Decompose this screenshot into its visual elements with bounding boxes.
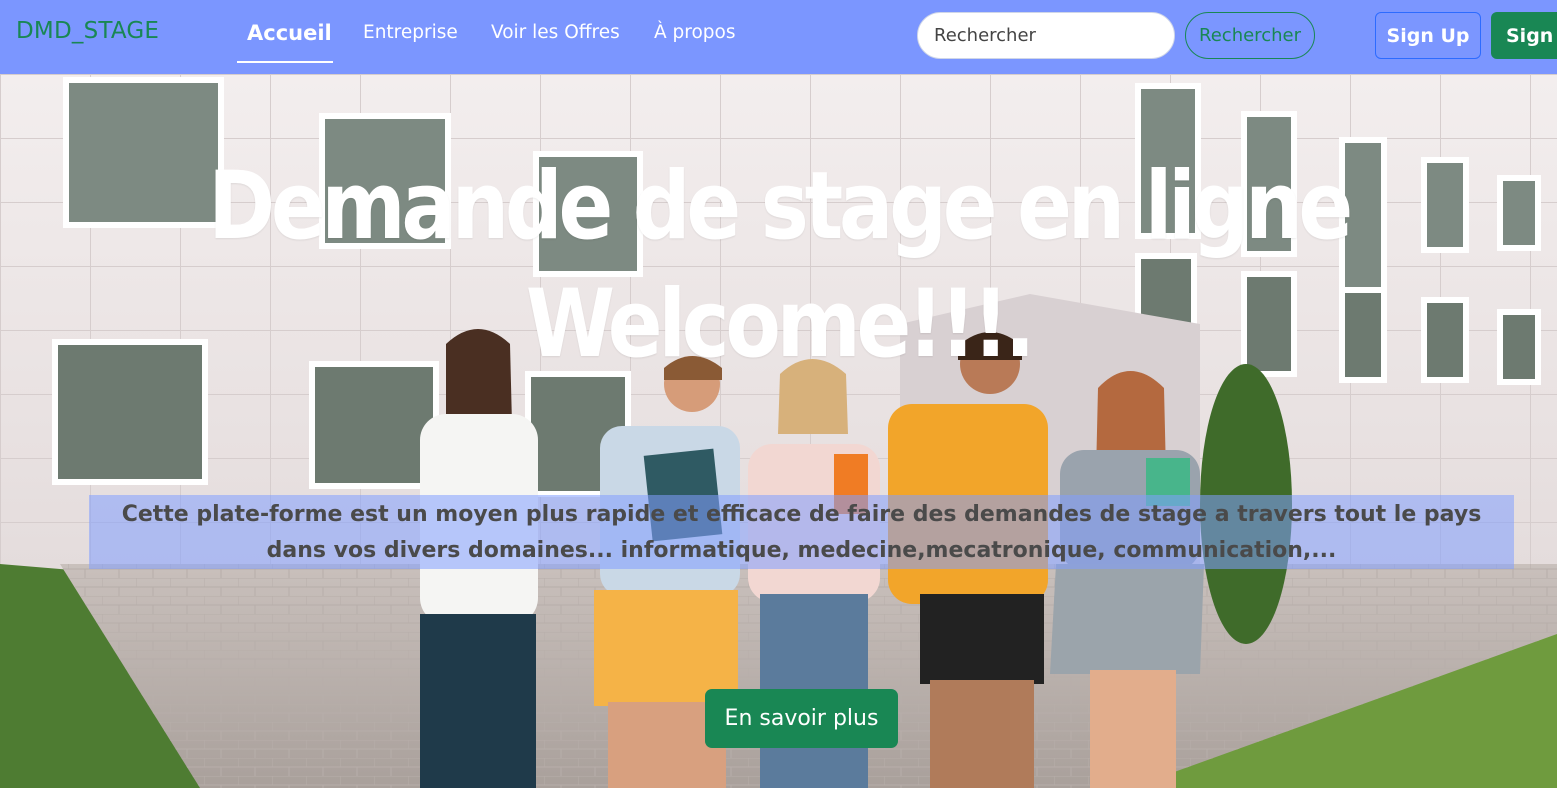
sign-in-button[interactable]: Sign In [1491,12,1557,59]
hero-description: Cette plate-forme est un moyen plus rapi… [121,502,1482,563]
brand-logo-link[interactable]: DMD_STAGE [16,18,159,44]
nav-link-a-propos[interactable]: À propos [654,22,736,43]
hero-section: Demande de stage en ligne Welcome!!!. Ce… [0,74,1557,788]
search-button[interactable]: Rechercher [1185,12,1315,59]
top-navbar: DMD_STAGE Accueil Entreprise Voir les Of… [0,0,1557,74]
active-nav-underline [237,61,333,63]
nav-link-voir-les-offres[interactable]: Voir les Offres [491,22,620,43]
nav-link-accueil[interactable]: Accueil [247,21,332,45]
hero-title: Demande de stage en ligne Welcome!!!. [109,148,1448,384]
nav-link-entreprise[interactable]: Entreprise [363,22,458,43]
sign-up-button[interactable]: Sign Up [1375,12,1481,59]
search-input[interactable] [917,12,1175,59]
hero-title-line2: Welcome!!!. [525,270,1036,379]
hero-title-line1: Demande de stage en ligne [208,152,1353,261]
learn-more-button[interactable]: En savoir plus [705,689,898,748]
